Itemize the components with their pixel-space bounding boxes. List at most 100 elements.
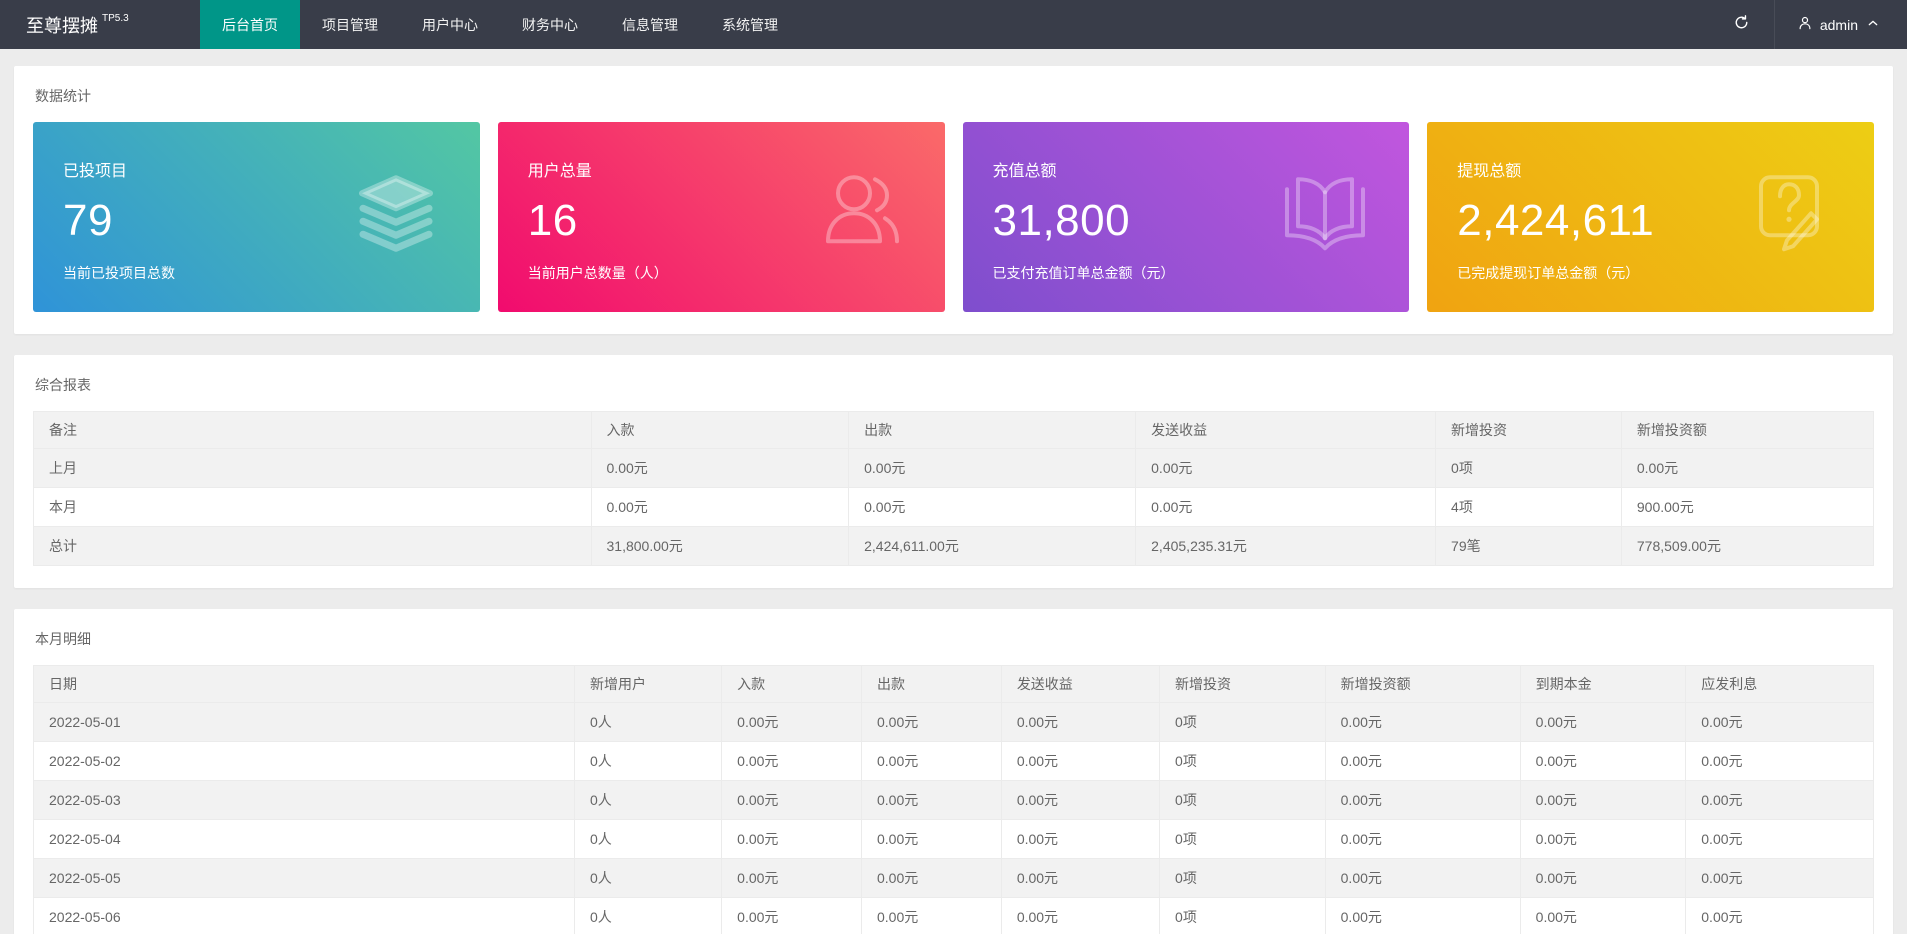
stat-card[interactable]: 充值总额 31,800 已支付充值订单总金额（元）: [962, 122, 1410, 312]
column-header: 出款: [848, 411, 1137, 449]
app-logo[interactable]: 至尊摆摊 TP5.3: [0, 0, 200, 49]
table-row: 2022-05-03 0人 0.00元 0.00元 0.00元 0项 0.00元…: [33, 780, 1874, 820]
table-cell: 0.00元: [1685, 858, 1874, 898]
table-cell: 0.00元: [1685, 741, 1874, 781]
detail-table-wrap: 日期 新增用户 入款 出款 发送收益 新增投资 新增投资额 到期本金 应发利息 2022-05-…: [29, 665, 1878, 934]
detail-panel-title: 本月明细: [35, 631, 91, 647]
detail-header-row: 日期 新增用户 入款 出款 发送收益 新增投资 新增投资额 到期本金 应发利息: [33, 665, 1874, 703]
column-header: 入款: [590, 411, 850, 449]
report-header-row: 备注 入款 出款 发送收益 新增投资 新增投资额: [33, 411, 1875, 449]
table-cell: 0.00元: [1519, 858, 1687, 898]
table-cell: 0.00元: [860, 819, 1002, 859]
table-cell: 2022-05-05: [33, 858, 575, 898]
table-row: 2022-05-04 0人 0.00元 0.00元 0.00元 0项 0.00元…: [33, 819, 1874, 859]
column-header: 新增用户: [573, 665, 723, 703]
username: admin: [1819, 16, 1858, 33]
table-cell: 0.00元: [860, 741, 1002, 781]
table-cell: 0.00元: [721, 897, 862, 934]
nav-item[interactable]: 系统管理: [700, 0, 800, 49]
stat-card[interactable]: 用户总量 16 当前用户总数量（人）: [497, 122, 945, 312]
table-cell: 0.00元: [1324, 819, 1521, 859]
table-cell: 0.00元: [860, 780, 1002, 820]
table-cell: 0项: [1159, 819, 1326, 859]
user-menu[interactable]: admin: [1775, 0, 1907, 49]
table-cell: 0.00元: [721, 858, 862, 898]
table-cell: 0人: [573, 702, 723, 742]
table-cell: 778,509.00元: [1620, 526, 1875, 566]
nav-item[interactable]: 财务中心: [500, 0, 600, 49]
table-cell: 0.00元: [1324, 897, 1521, 934]
topbar-right: admin: [1709, 0, 1907, 49]
column-header: 应发利息: [1685, 665, 1874, 703]
nav-item[interactable]: 用户中心: [400, 0, 500, 49]
table-cell: 0人: [573, 780, 723, 820]
table-cell: 0.00元: [1000, 741, 1161, 781]
table-cell: 0.00元: [1324, 780, 1521, 820]
column-header: 新增投资额: [1324, 665, 1521, 703]
table-cell: 上月: [33, 448, 592, 488]
table-cell: 0.00元: [1324, 858, 1521, 898]
table-cell: 2022-05-06: [33, 897, 575, 934]
nav-item[interactable]: 信息管理: [600, 0, 700, 49]
table-cell: 2,424,611.00元: [848, 526, 1137, 566]
table-cell: 0.00元: [1519, 741, 1687, 781]
stat-card[interactable]: 已投项目 79 当前已投项目总数: [33, 122, 480, 312]
table-cell: 0项: [1159, 858, 1326, 898]
table-cell: 0人: [573, 819, 723, 859]
user-icon: [813, 162, 909, 258]
table-row: 2022-05-06 0人 0.00元 0.00元 0.00元 0项 0.00元…: [33, 897, 1874, 934]
table-cell: 0.00元: [1685, 819, 1874, 859]
section-detail: 本月明细 日期 新增用户 入款 出款 发送收益 新增投资 新增投资额 到期本金 应发利息: [14, 609, 1893, 934]
app-logo-text: 至尊摆摊: [26, 15, 98, 36]
column-header: 到期本金: [1519, 665, 1687, 703]
table-row: 总计 31,800.00元 2,424,611.00元 2,405,235.31…: [33, 526, 1875, 566]
table-cell: 0人: [573, 858, 723, 898]
stat-cards: 已投项目 79 当前已投项目总数 用户总量 16 当前用户总数量（人） 充值总额…: [29, 122, 1878, 312]
table-cell: 0.00元: [1135, 448, 1437, 488]
table-cell: 0.00元: [721, 741, 862, 781]
column-header: 新增投资: [1159, 665, 1326, 703]
main-nav: 后台首页 项目管理 用户中心 财务中心 信息管理 系统管理: [200, 0, 800, 49]
table-cell: 0.00元: [721, 780, 862, 820]
table-cell: 4项: [1435, 487, 1622, 527]
table-cell: 0项: [1159, 897, 1326, 934]
table-cell: 0项: [1159, 741, 1326, 781]
nav-item[interactable]: 后台首页: [200, 0, 300, 49]
person-icon: [1797, 15, 1813, 34]
table-cell: 0.00元: [1135, 487, 1437, 527]
report-table-wrap: 备注 入款 出款 发送收益 新增投资 新增投资额 上月 0.00元 0.00元 0.00元…: [29, 411, 1878, 566]
table-cell: 0.00元: [721, 819, 862, 859]
table-cell: 0.00元: [860, 702, 1002, 742]
stats-panel-title: 数据统计: [35, 88, 91, 104]
table-cell: 2022-05-01: [33, 702, 575, 742]
column-header: 发送收益: [1135, 411, 1437, 449]
nav-item[interactable]: 项目管理: [300, 0, 400, 49]
table-cell: 0.00元: [1000, 819, 1161, 859]
stat-card[interactable]: 提现总额 2,424,611 已完成提现订单总金额（元）: [1427, 122, 1874, 312]
table-cell: 0.00元: [848, 487, 1137, 527]
column-header: 新增投资: [1435, 411, 1622, 449]
table-cell: 0.00元: [590, 448, 850, 488]
table-cell: 0.00元: [1519, 780, 1687, 820]
table-cell: 0.00元: [1324, 702, 1521, 742]
table-row: 2022-05-05 0人 0.00元 0.00元 0.00元 0项 0.00元…: [33, 858, 1874, 898]
chevron-up-icon: [1865, 15, 1881, 34]
table-cell: 2022-05-03: [33, 780, 575, 820]
table-cell: 0.00元: [1000, 780, 1161, 820]
table-cell: 0.00元: [1519, 819, 1687, 859]
table-cell: 0.00元: [1324, 741, 1521, 781]
book-icon: [1277, 162, 1373, 258]
table-cell: 0人: [573, 741, 723, 781]
table-cell: 2,405,235.31元: [1135, 526, 1437, 566]
column-header: 出款: [860, 665, 1002, 703]
table-cell: 0.00元: [1685, 897, 1874, 934]
table-cell: 本月: [33, 487, 592, 527]
table-cell: 79笔: [1435, 526, 1622, 566]
column-header: 备注: [33, 411, 592, 449]
stat-card-desc: 已完成提现订单总金额（元）: [1457, 265, 1640, 281]
table-cell: 总计: [33, 526, 592, 566]
table-cell: 0.00元: [1685, 702, 1874, 742]
table-cell: 0项: [1159, 780, 1326, 820]
table-row: 2022-05-02 0人 0.00元 0.00元 0.00元 0项 0.00元…: [33, 741, 1874, 781]
refresh-button[interactable]: [1709, 0, 1774, 49]
